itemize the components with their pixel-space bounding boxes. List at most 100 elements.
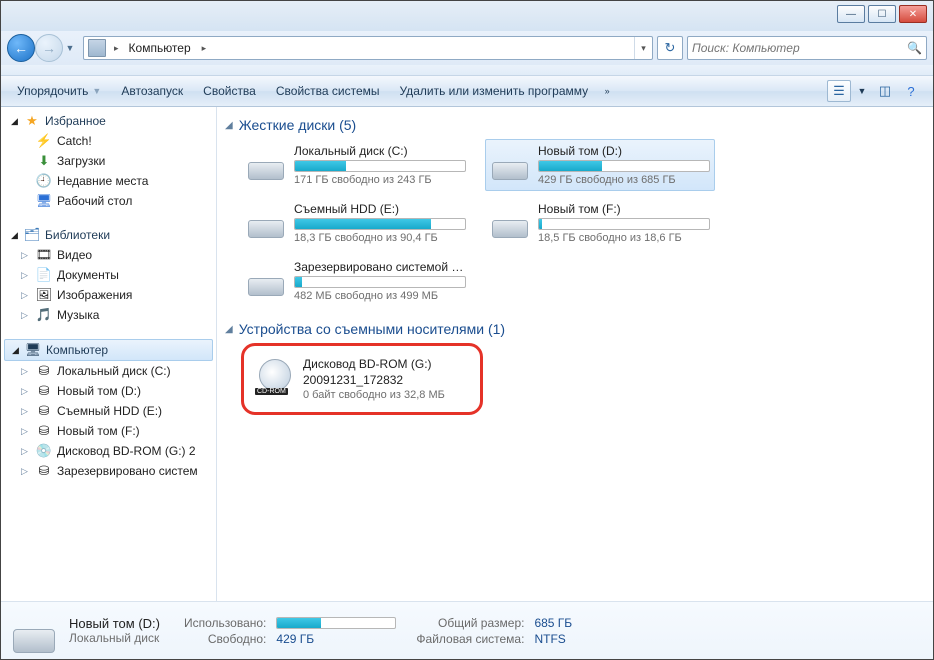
chevron-right-icon[interactable]: ▷	[21, 386, 33, 397]
sidebar-item-downloads[interactable]: ⬇Загрузки	[1, 151, 216, 171]
details-used-bar	[276, 617, 396, 629]
chevron-down-icon[interactable]: ◢	[225, 120, 233, 131]
nav-history-dropdown[interactable]: ▼	[63, 34, 77, 62]
preview-pane-button[interactable]: ◫	[873, 80, 897, 102]
drive-icon	[246, 144, 286, 180]
chevron-right-icon[interactable]: ▷	[21, 270, 33, 281]
refresh-button[interactable]: ↻	[657, 36, 683, 60]
music-icon: 🎵	[35, 307, 53, 323]
annotation-highlight: CD-ROM Дисковод BD-ROM (G:) 20091231_172…	[241, 343, 483, 415]
usage-bar	[538, 218, 710, 230]
drive-item-c[interactable]: Локальный диск (C:) 171 ГБ свободно из 24…	[241, 139, 471, 191]
chevron-right-icon[interactable]: ▷	[21, 426, 33, 437]
navigation-pane: ◢ ★ Избранное ⚡Catch! ⬇Загрузки 🕘Недавни…	[1, 107, 217, 601]
chevron-right-icon[interactable]: ▷	[21, 366, 33, 377]
drive-name: Съемный HDD (E:)	[294, 202, 466, 216]
star-icon: ★	[23, 113, 41, 129]
computer-icon	[88, 39, 106, 57]
minimize-button[interactable]: —	[837, 5, 865, 23]
drive-item-f[interactable]: Новый том (F:)18,5 ГБ свободно из 18,6 Г…	[485, 197, 715, 249]
drive-item-g[interactable]: CD-ROM Дисковод BD-ROM (G:) 20091231_172…	[250, 352, 474, 406]
sidebar-item-drive-e[interactable]: ▷⛁Съемный HDD (E:)	[1, 401, 216, 421]
address-bar[interactable]: ▸ Компьютер ▸ ▾	[83, 36, 653, 60]
chevron-down-icon[interactable]: ◢	[11, 230, 23, 241]
section-hdd-header[interactable]: ◢ Жесткие диски (5)	[223, 113, 923, 139]
chevron-down-icon[interactable]: ◢	[225, 324, 233, 335]
titlebar: — ☐ ✕	[1, 1, 933, 31]
sidebar-item-drive-z[interactable]: ▷⛁Зарезервировано систем	[1, 461, 216, 481]
drive-subtext: 171 ГБ свободно из 243 ГБ	[294, 174, 466, 186]
chevron-down-icon[interactable]: ◢	[12, 345, 24, 356]
view-mode-button[interactable]: ☰	[827, 80, 851, 102]
forward-button[interactable]: →	[35, 34, 63, 62]
sidebar-item-drive-g[interactable]: ▷💿Дисковод BD-ROM (G:) 2	[1, 441, 216, 461]
sidebar-item-drive-c[interactable]: ▷⛁Локальный диск (C:)	[1, 361, 216, 381]
sidebar-item-recent[interactable]: 🕘Недавние места	[1, 171, 216, 191]
chevron-right-icon[interactable]: ▷	[21, 250, 33, 261]
maximize-button[interactable]: ☐	[868, 5, 896, 23]
chevron-right-icon[interactable]: ▷	[21, 466, 33, 477]
toolbar: Упорядочить ▼ Автозапуск Свойства Свойст…	[1, 75, 933, 107]
sidebar-item-videos[interactable]: ▷🎞Видео	[1, 245, 216, 265]
breadcrumb-arrow-icon[interactable]: ▸	[198, 43, 211, 54]
sidebar-libraries-header[interactable]: ◢ 🗂 Библиотеки	[1, 225, 216, 245]
drive-icon	[490, 144, 530, 180]
drive-icon	[490, 202, 530, 238]
breadcrumb-segment[interactable]: Компьютер	[123, 37, 198, 59]
usage-bar	[294, 276, 466, 288]
sidebar-item-desktop[interactable]: 🖥Рабочий стол	[1, 191, 216, 211]
drive-item-z[interactable]: Зарезервировано системой (Z:)482 МБ своб…	[241, 255, 471, 307]
usage-bar	[538, 160, 710, 172]
chevron-right-icon[interactable]: ▷	[21, 446, 33, 457]
drive-name-line2: 20091231_172832	[303, 373, 469, 387]
chevron-right-icon[interactable]: ▷	[21, 310, 33, 321]
organize-button[interactable]: Упорядочить ▼	[7, 76, 111, 106]
search-icon[interactable]: 🔍	[907, 41, 922, 55]
drive-item-d[interactable]: Новый том (D:)429 ГБ свободно из 685 ГБ	[485, 139, 715, 191]
bolt-icon: ⚡	[35, 133, 53, 149]
drive-name: Локальный диск (C:)	[294, 144, 466, 158]
drive-item-e[interactable]: Съемный HDD (E:)18,3 ГБ свободно из 90,4…	[241, 197, 471, 249]
view-mode-dropdown[interactable]: ▼	[853, 86, 871, 96]
toolbar-overflow[interactable]: »	[598, 86, 616, 96]
usage-bar	[294, 218, 466, 230]
search-input[interactable]	[692, 41, 907, 55]
help-button[interactable]: ?	[899, 80, 923, 102]
sidebar-item-drive-f[interactable]: ▷⛁Новый том (F:)	[1, 421, 216, 441]
drive-icon: ⛁	[35, 363, 53, 379]
content-pane: ◢ Жесткие диски (5) Локальный диск (C:) 1…	[217, 107, 933, 601]
details-fs-value: NTFS	[534, 632, 572, 646]
usage-bar	[294, 160, 466, 172]
sidebar-group-label: Библиотеки	[45, 228, 110, 242]
sidebar-item-pictures[interactable]: ▷🖼Изображения	[1, 285, 216, 305]
chevron-down-icon[interactable]: ◢	[11, 116, 23, 127]
sidebar-computer-header[interactable]: ◢ 🖥 Компьютер	[4, 339, 213, 361]
cdrom-badge: CD-ROM	[255, 388, 288, 395]
sidebar-item-catch[interactable]: ⚡Catch!	[1, 131, 216, 151]
address-dropdown[interactable]: ▾	[634, 37, 652, 59]
sidebar-item-documents[interactable]: ▷📄Документы	[1, 265, 216, 285]
details-title: Новый том (D:)	[69, 616, 160, 631]
sidebar-item-drive-d[interactable]: ▷⛁Новый том (D:)	[1, 381, 216, 401]
drive-name: Дисковод BD-ROM (G:)	[303, 357, 469, 371]
download-icon: ⬇	[35, 153, 53, 169]
section-removable-header[interactable]: ◢ Устройства со съемными носителями (1)	[223, 317, 923, 343]
system-properties-button[interactable]: Свойства системы	[266, 76, 390, 106]
drive-subtext: 0 байт свободно из 32,8 МБ	[303, 389, 469, 401]
uninstall-button[interactable]: Удалить или изменить программу	[390, 76, 599, 106]
breadcrumb-arrow-icon[interactable]: ▸	[110, 43, 123, 54]
sidebar-group-label: Избранное	[45, 114, 106, 128]
sidebar-favorites-header[interactable]: ◢ ★ Избранное	[1, 111, 216, 131]
search-box[interactable]: 🔍	[687, 36, 927, 60]
drive-large-icon	[11, 609, 59, 653]
back-button[interactable]: ←	[7, 34, 35, 62]
autoplay-button[interactable]: Автозапуск	[111, 76, 193, 106]
chevron-right-icon[interactable]: ▷	[21, 406, 33, 417]
drive-name: Новый том (F:)	[538, 202, 710, 216]
drive-icon: ⛁	[35, 463, 53, 479]
close-button[interactable]: ✕	[899, 5, 927, 23]
chevron-right-icon[interactable]: ▷	[21, 290, 33, 301]
sidebar-item-music[interactable]: ▷🎵Музыка	[1, 305, 216, 325]
disc-icon: 💿	[35, 443, 53, 459]
properties-button[interactable]: Свойства	[193, 76, 266, 106]
